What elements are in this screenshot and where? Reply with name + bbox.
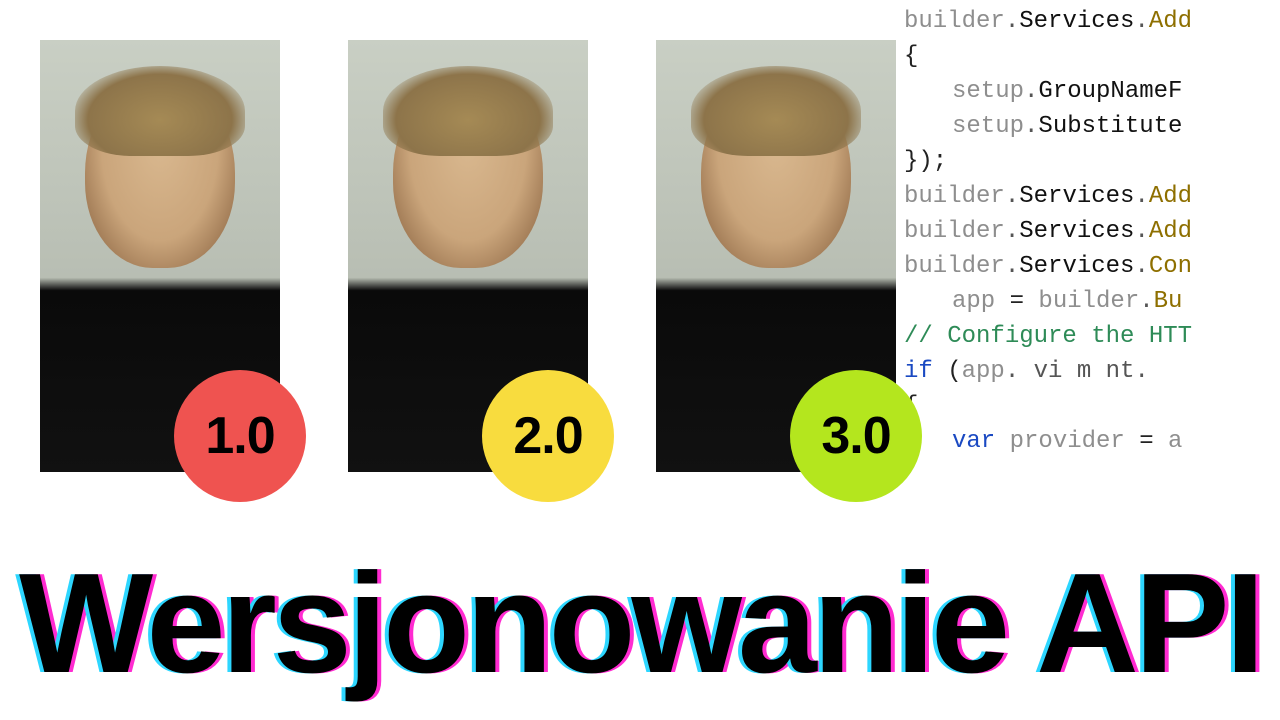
code-token: Services	[1019, 253, 1134, 280]
portrait-2: 2.0	[348, 40, 588, 472]
code-token: app	[962, 358, 1005, 385]
code-token: Add	[1149, 218, 1192, 245]
code-token: Services	[1019, 183, 1134, 210]
version-badge-2: 2.0	[482, 370, 614, 502]
code-token: Con	[1149, 253, 1192, 280]
code-token: provider	[1010, 428, 1140, 455]
code-line: builder.Services.Add	[900, 4, 1280, 39]
code-line: builder.Services.Add	[900, 179, 1280, 214]
code-line: builder.Services.Add	[900, 214, 1280, 249]
code-token: app	[952, 288, 1010, 315]
thumbnail-stage: builder.Services.Add{setup.GroupNameFset…	[0, 0, 1280, 720]
code-token: .	[1134, 183, 1148, 210]
version-badge-2-label: 2.0	[513, 406, 582, 466]
code-token: // Configure the HTT	[904, 323, 1192, 350]
code-token: .	[1134, 218, 1148, 245]
version-badge-3-label: 3.0	[821, 406, 890, 466]
code-line: {	[900, 389, 1280, 424]
code-token: .	[1005, 8, 1019, 35]
code-token: Services	[1019, 8, 1134, 35]
code-token: setup	[952, 78, 1024, 105]
code-token: Bu	[1154, 288, 1183, 315]
code-line: var provider = a	[900, 424, 1280, 459]
code-line: setup.Substitute	[900, 109, 1280, 144]
portraits-row: 1.0 2.0 3.0	[40, 40, 896, 472]
code-token: builder	[904, 253, 1005, 280]
portrait-3: 3.0	[656, 40, 896, 472]
code-token: if	[904, 358, 947, 385]
code-token: Substitute	[1038, 113, 1182, 140]
code-token: builder	[1038, 288, 1139, 315]
code-line: builder.Services.Con	[900, 249, 1280, 284]
code-line: if (app. vi m nt.	[900, 354, 1280, 389]
version-badge-1: 1.0	[174, 370, 306, 502]
code-line: setup.GroupNameF	[900, 74, 1280, 109]
code-token: =	[1010, 288, 1039, 315]
code-token: Services	[1019, 218, 1134, 245]
code-line: {	[900, 39, 1280, 74]
code-token: .	[1005, 183, 1019, 210]
code-token: {	[904, 43, 918, 70]
portrait-1: 1.0	[40, 40, 280, 472]
code-token: setup	[952, 113, 1024, 140]
code-token: .	[1024, 113, 1038, 140]
code-line: });	[900, 144, 1280, 179]
code-token: .	[1134, 253, 1148, 280]
code-token: });	[904, 148, 947, 175]
code-token: .	[1024, 78, 1038, 105]
code-line: // Configure the HTT	[900, 319, 1280, 354]
code-token: GroupNameF	[1038, 78, 1182, 105]
code-token: .	[1005, 253, 1019, 280]
code-token: =	[1139, 428, 1168, 455]
code-token: .	[1005, 218, 1019, 245]
code-token: builder	[904, 183, 1005, 210]
code-token: .	[1134, 8, 1148, 35]
version-badge-3: 3.0	[790, 370, 922, 502]
code-backdrop: builder.Services.Add{setup.GroupNameFset…	[900, 0, 1280, 720]
code-token: Add	[1149, 8, 1192, 35]
code-token: builder	[904, 218, 1005, 245]
code-token: builder	[904, 8, 1005, 35]
code-token: a	[1168, 428, 1182, 455]
code-token: .	[1139, 288, 1153, 315]
code-token: var	[952, 428, 1010, 455]
code-token: (	[947, 358, 961, 385]
code-line: app = builder.Bu	[900, 284, 1280, 319]
version-badge-1-label: 1.0	[205, 406, 274, 466]
code-token: . vi m nt.	[1005, 358, 1149, 385]
code-token: Add	[1149, 183, 1192, 210]
